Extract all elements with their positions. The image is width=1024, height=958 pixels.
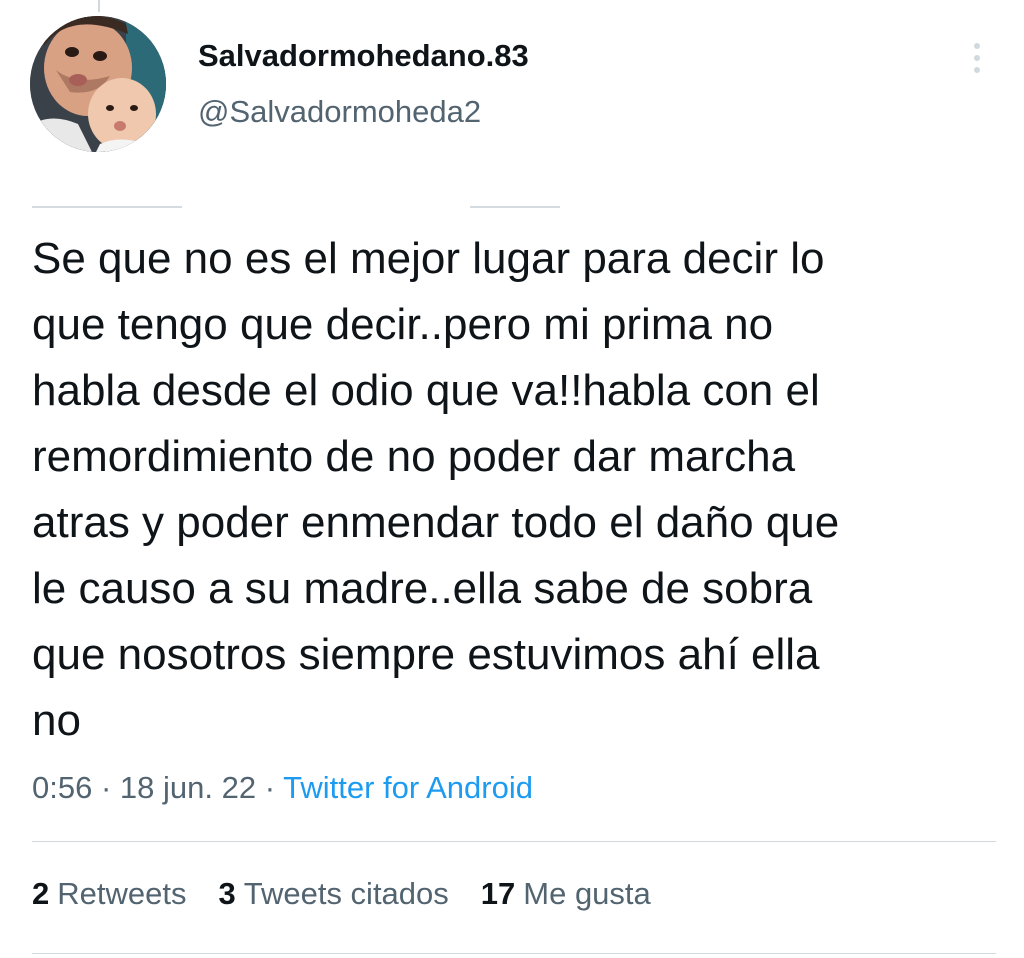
display-name[interactable]: Salvadormohedano.83 [198, 38, 529, 74]
quote-tweets-count: 3 [218, 876, 236, 911]
tweet-stats: 2 Retweets 3 Tweets citados 17 Me gusta [32, 876, 651, 912]
likes-stat[interactable]: 17 Me gusta [481, 876, 651, 912]
meta-separator: · [264, 770, 276, 805]
likes-count: 17 [480, 876, 516, 911]
tweet-time[interactable]: 0:56 [32, 770, 92, 805]
thread-connector-line [98, 0, 100, 12]
retweets-label: Retweets [57, 876, 187, 911]
tweet-date[interactable]: 18 jun. 22 [120, 770, 256, 805]
divider [32, 953, 996, 954]
avatar-photo [30, 16, 166, 152]
tweet-meta: 0:56 · 18 jun. 22 · Twitter for Android [32, 770, 533, 806]
more-options-button[interactable] [962, 36, 992, 80]
retweets-count: 2 [32, 876, 50, 911]
divider [32, 841, 996, 842]
avatar[interactable] [30, 16, 166, 152]
image-artifact [470, 206, 560, 208]
retweets-stat[interactable]: 2 Retweets [32, 876, 186, 912]
quote-tweets-label: Tweets citados [243, 876, 449, 911]
tweet-text: Se que no es el mejor lugar para decir l… [32, 234, 840, 745]
image-artifact [32, 206, 182, 208]
tweet-source-link[interactable]: Twitter for Android [283, 770, 533, 805]
quote-tweets-stat[interactable]: 3 Tweets citados [218, 876, 448, 912]
likes-label: Me gusta [523, 876, 651, 911]
user-handle[interactable]: @Salvadormoheda2 [198, 94, 481, 130]
meta-separator: · [100, 770, 112, 805]
more-vertical-icon [974, 43, 980, 73]
tweet: Salvadormohedano.83 @Salvadormoheda2 Se … [0, 0, 1024, 958]
